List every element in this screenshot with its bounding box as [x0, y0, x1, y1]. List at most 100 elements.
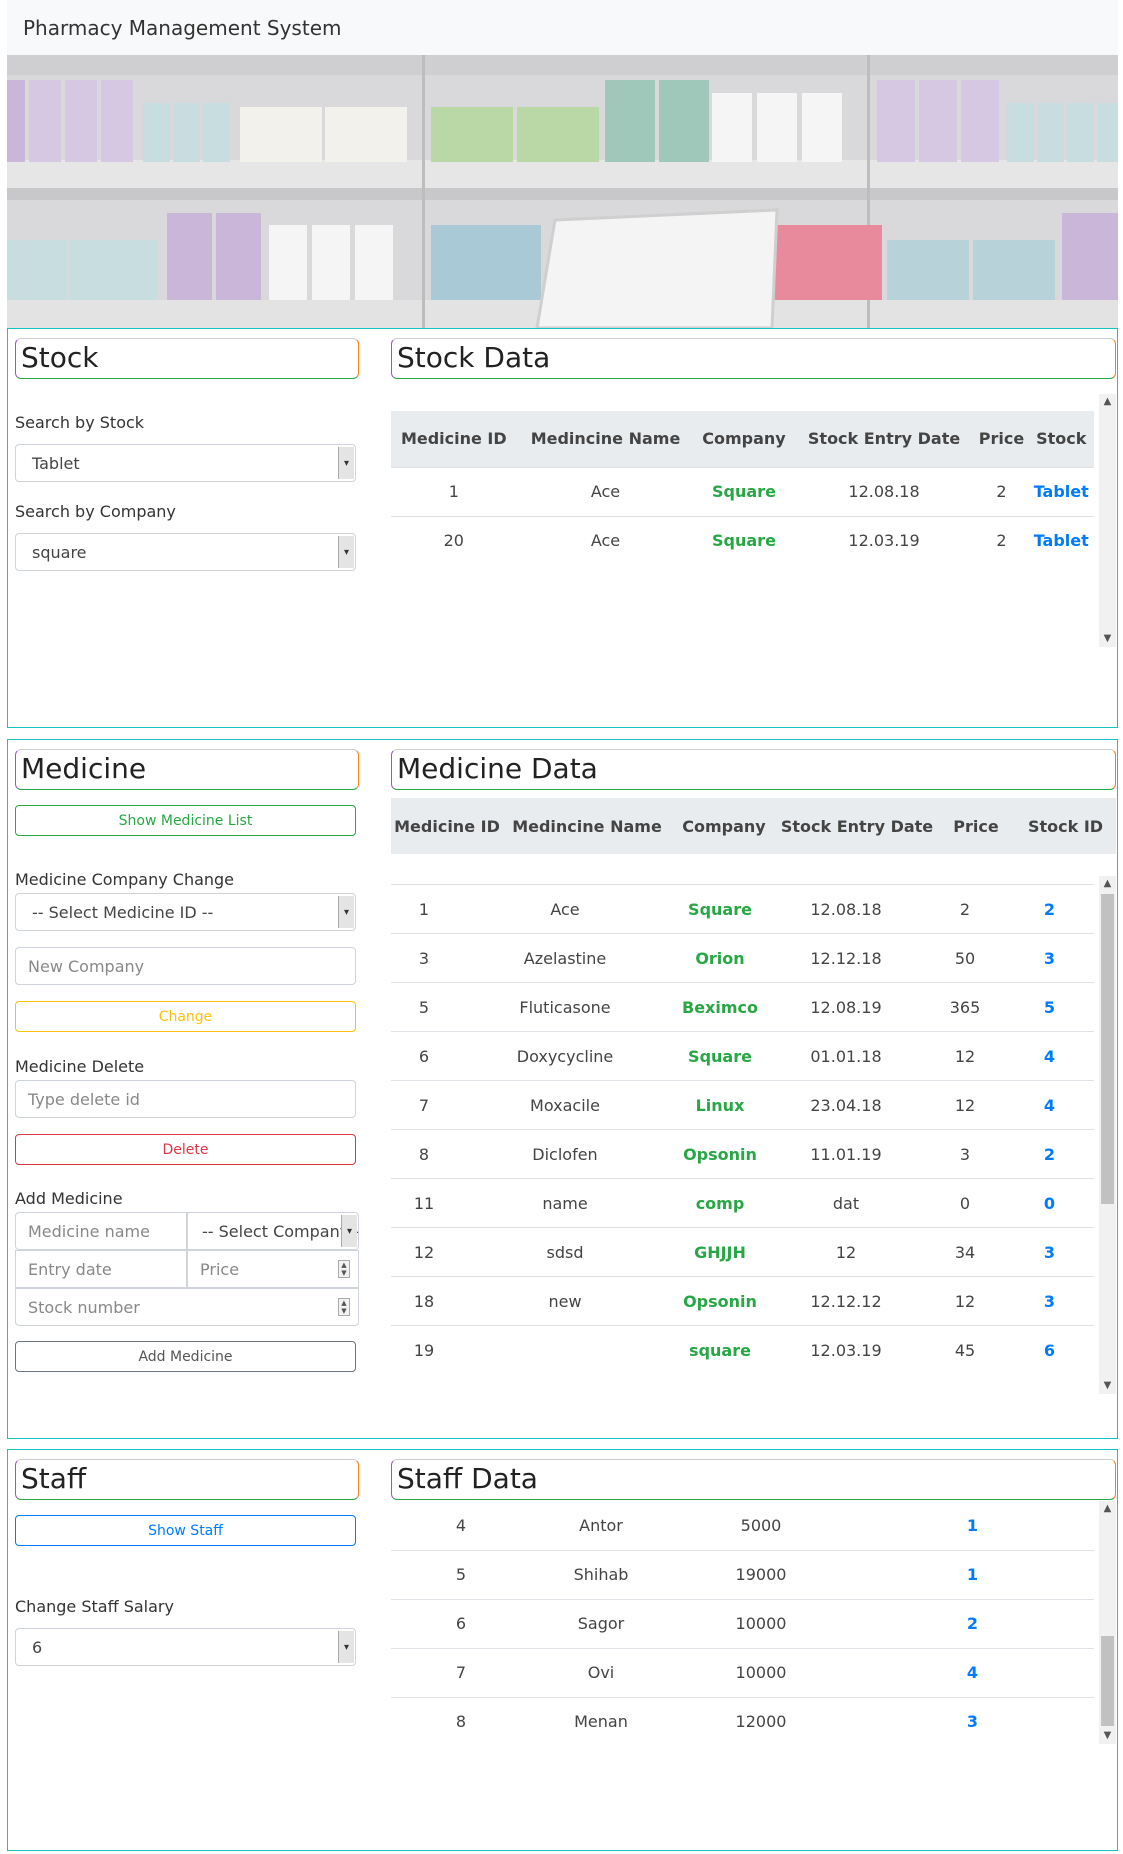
col-company: Company	[671, 798, 777, 854]
staff-salary-select[interactable]: 6 ▾	[15, 1628, 356, 1666]
stepper-icon[interactable]: ▲ ▼	[338, 1298, 350, 1316]
select-medicine-id[interactable]: -- Select Medicine ID -- ▾	[15, 893, 356, 931]
cell-name: Shihab	[531, 1549, 671, 1599]
table-row: 5 Fluticasone Beximco 12.08.19 365 5	[391, 982, 1094, 1032]
table-row: 20 Ace Square 12.03.19 2 Tablet	[391, 515, 1094, 565]
cell-id: 11	[391, 1178, 457, 1228]
app-title[interactable]: Pharmacy Management System	[23, 16, 341, 40]
staff-salary-value: 6	[32, 1637, 43, 1657]
cell-company: Opsonin	[673, 1276, 767, 1326]
cell-company: Orion	[673, 933, 767, 983]
cell-id: 20	[391, 515, 517, 565]
cell-id: 1	[391, 466, 517, 516]
chevron-down-icon[interactable]: ▾	[338, 447, 354, 479]
stock-heading: Stock	[15, 338, 359, 379]
scroll-thumb[interactable]	[1101, 1636, 1114, 1726]
stock-number-input[interactable]: Stock number ▲ ▼	[15, 1288, 359, 1326]
medicine-scrollbar[interactable]: ▲ ▼	[1099, 876, 1116, 1394]
delete-id-input[interactable]: Type delete id	[15, 1080, 356, 1118]
cell-name: Fluticasone	[457, 982, 673, 1032]
scroll-up-icon[interactable]: ▲	[1099, 394, 1116, 410]
table-row: 6 Sagor 10000 2	[391, 1598, 1094, 1648]
cell-price: 2	[974, 515, 1029, 565]
scroll-thumb[interactable]	[1101, 894, 1114, 1204]
medicine-data-heading: Medicine Data	[391, 749, 1116, 790]
medicine-table-header: Medicine ID Medincine Name Company Stock…	[391, 798, 1116, 854]
show-staff-button[interactable]: Show Staff	[15, 1515, 356, 1546]
staff-scrollbar[interactable]: ▲ ▼	[1099, 1501, 1116, 1744]
col-entry-date: Stock Entry Date	[793, 411, 975, 467]
table-row: 7 Ovi 10000 4	[391, 1647, 1094, 1697]
stock-scrollbar[interactable]: ▲ ▼	[1099, 394, 1116, 647]
scroll-up-icon[interactable]: ▲	[1099, 1501, 1116, 1517]
medicine-name-input[interactable]: Medicine name	[15, 1212, 187, 1250]
cell-stock-id: 3	[1005, 933, 1094, 983]
app: Pharmacy Management System	[7, 0, 1118, 328]
add-medicine-button[interactable]: Add Medicine	[15, 1341, 356, 1372]
chevron-down-icon[interactable]: ▾	[341, 1215, 357, 1247]
col-stock-id: Stock ID	[1015, 798, 1116, 854]
table-row: 8 Menan 12000 3	[391, 1696, 1094, 1746]
cell-stock-id: 3	[1005, 1276, 1094, 1326]
cell-name: Doxycycline	[457, 1031, 673, 1081]
cell-ref: 4	[851, 1647, 1094, 1697]
search-by-company-value: square	[32, 542, 87, 562]
cell-stock-id: 0	[1005, 1178, 1094, 1228]
cell-company: Linux	[673, 1080, 767, 1130]
stock-table-header: Medicine ID Medincine Name Company Stock…	[391, 411, 1094, 467]
staff-data-heading: Staff Data	[391, 1459, 1116, 1500]
cell-name: new	[457, 1276, 673, 1326]
table-row: 6 Doxycycline Square 01.01.18 12 4	[391, 1031, 1094, 1081]
select-company-value: -- Select Company --	[202, 1221, 359, 1241]
scroll-down-icon[interactable]: ▼	[1099, 631, 1116, 647]
scroll-up-icon[interactable]: ▲	[1099, 876, 1116, 892]
delete-button[interactable]: Delete	[15, 1134, 356, 1165]
cell-company: Square	[694, 515, 794, 565]
stepper-icon[interactable]: ▲ ▼	[338, 1260, 350, 1278]
staff-rows: 4 Antor 5000 1 5 Shihab 19000 1 6 Sagor 10000 2 7 Ovi…	[391, 1501, 1094, 1746]
cell-price: 3	[925, 1129, 1005, 1179]
select-company[interactable]: -- Select Company -- ▾	[187, 1212, 359, 1250]
table-row: 8 Diclofen Opsonin 11.01.19 3 2	[391, 1129, 1094, 1179]
table-row: 4 Antor 5000 1	[391, 1501, 1094, 1550]
cell-date: dat	[767, 1178, 925, 1228]
scroll-down-icon[interactable]: ▼	[1099, 1728, 1116, 1744]
cell-name: Sagor	[531, 1598, 671, 1648]
search-by-company-label: Search by Company	[15, 502, 176, 521]
search-by-company-select[interactable]: square ▾	[15, 533, 356, 571]
pharmacy-banner-image	[7, 55, 1118, 328]
cell-stock-id: 4	[1005, 1031, 1094, 1081]
new-company-input[interactable]: New Company	[15, 947, 356, 985]
table-row: 7 Moxacile Linux 23.04.18 12 4	[391, 1080, 1094, 1130]
cell-stock-id: 2	[1005, 1129, 1094, 1179]
cell-company: Square	[694, 466, 794, 516]
stock-table: Medicine ID Medincine Name Company Stock…	[391, 411, 1094, 565]
entry-date-input[interactable]: Entry date	[15, 1250, 187, 1288]
cell-date: 12.08.18	[793, 466, 975, 516]
cell-company: Square	[673, 884, 767, 934]
search-by-stock-select[interactable]: Tablet ▾	[15, 444, 356, 482]
show-medicine-list-button[interactable]: Show Medicine List	[15, 805, 356, 836]
cell-salary: 10000	[671, 1598, 851, 1648]
col-entry-date: Stock Entry Date	[777, 798, 937, 854]
cell-id: 12	[391, 1227, 457, 1277]
chevron-down-icon[interactable]: ▾	[338, 536, 354, 568]
scroll-down-icon[interactable]: ▼	[1099, 1378, 1116, 1394]
cell-salary: 5000	[740, 1515, 782, 1535]
add-medicine-row-2: Entry date Price ▲ ▼	[15, 1250, 359, 1288]
medicine-company-change-label: Medicine Company Change	[15, 870, 235, 889]
cell-price: 2	[974, 466, 1029, 516]
col-stock: Stock	[1028, 411, 1094, 467]
cell-name: sdsd	[457, 1227, 673, 1277]
price-input[interactable]: Price ▲ ▼	[187, 1250, 359, 1288]
cell-date: 23.04.18	[767, 1080, 925, 1130]
change-button[interactable]: Change	[15, 1001, 356, 1032]
cell-name: Moxacile	[457, 1080, 673, 1130]
cell-id: 7	[391, 1080, 457, 1130]
chevron-down-icon[interactable]: ▾	[338, 1631, 354, 1663]
cell-id: 7	[391, 1647, 531, 1697]
stock-section: Stock Search by Stock Tablet ▾ Search by…	[7, 328, 1118, 728]
chevron-down-icon[interactable]: ▾	[338, 896, 354, 928]
cell-date: 12.03.19	[767, 1325, 925, 1375]
cell-date: 12.12.18	[767, 933, 925, 983]
